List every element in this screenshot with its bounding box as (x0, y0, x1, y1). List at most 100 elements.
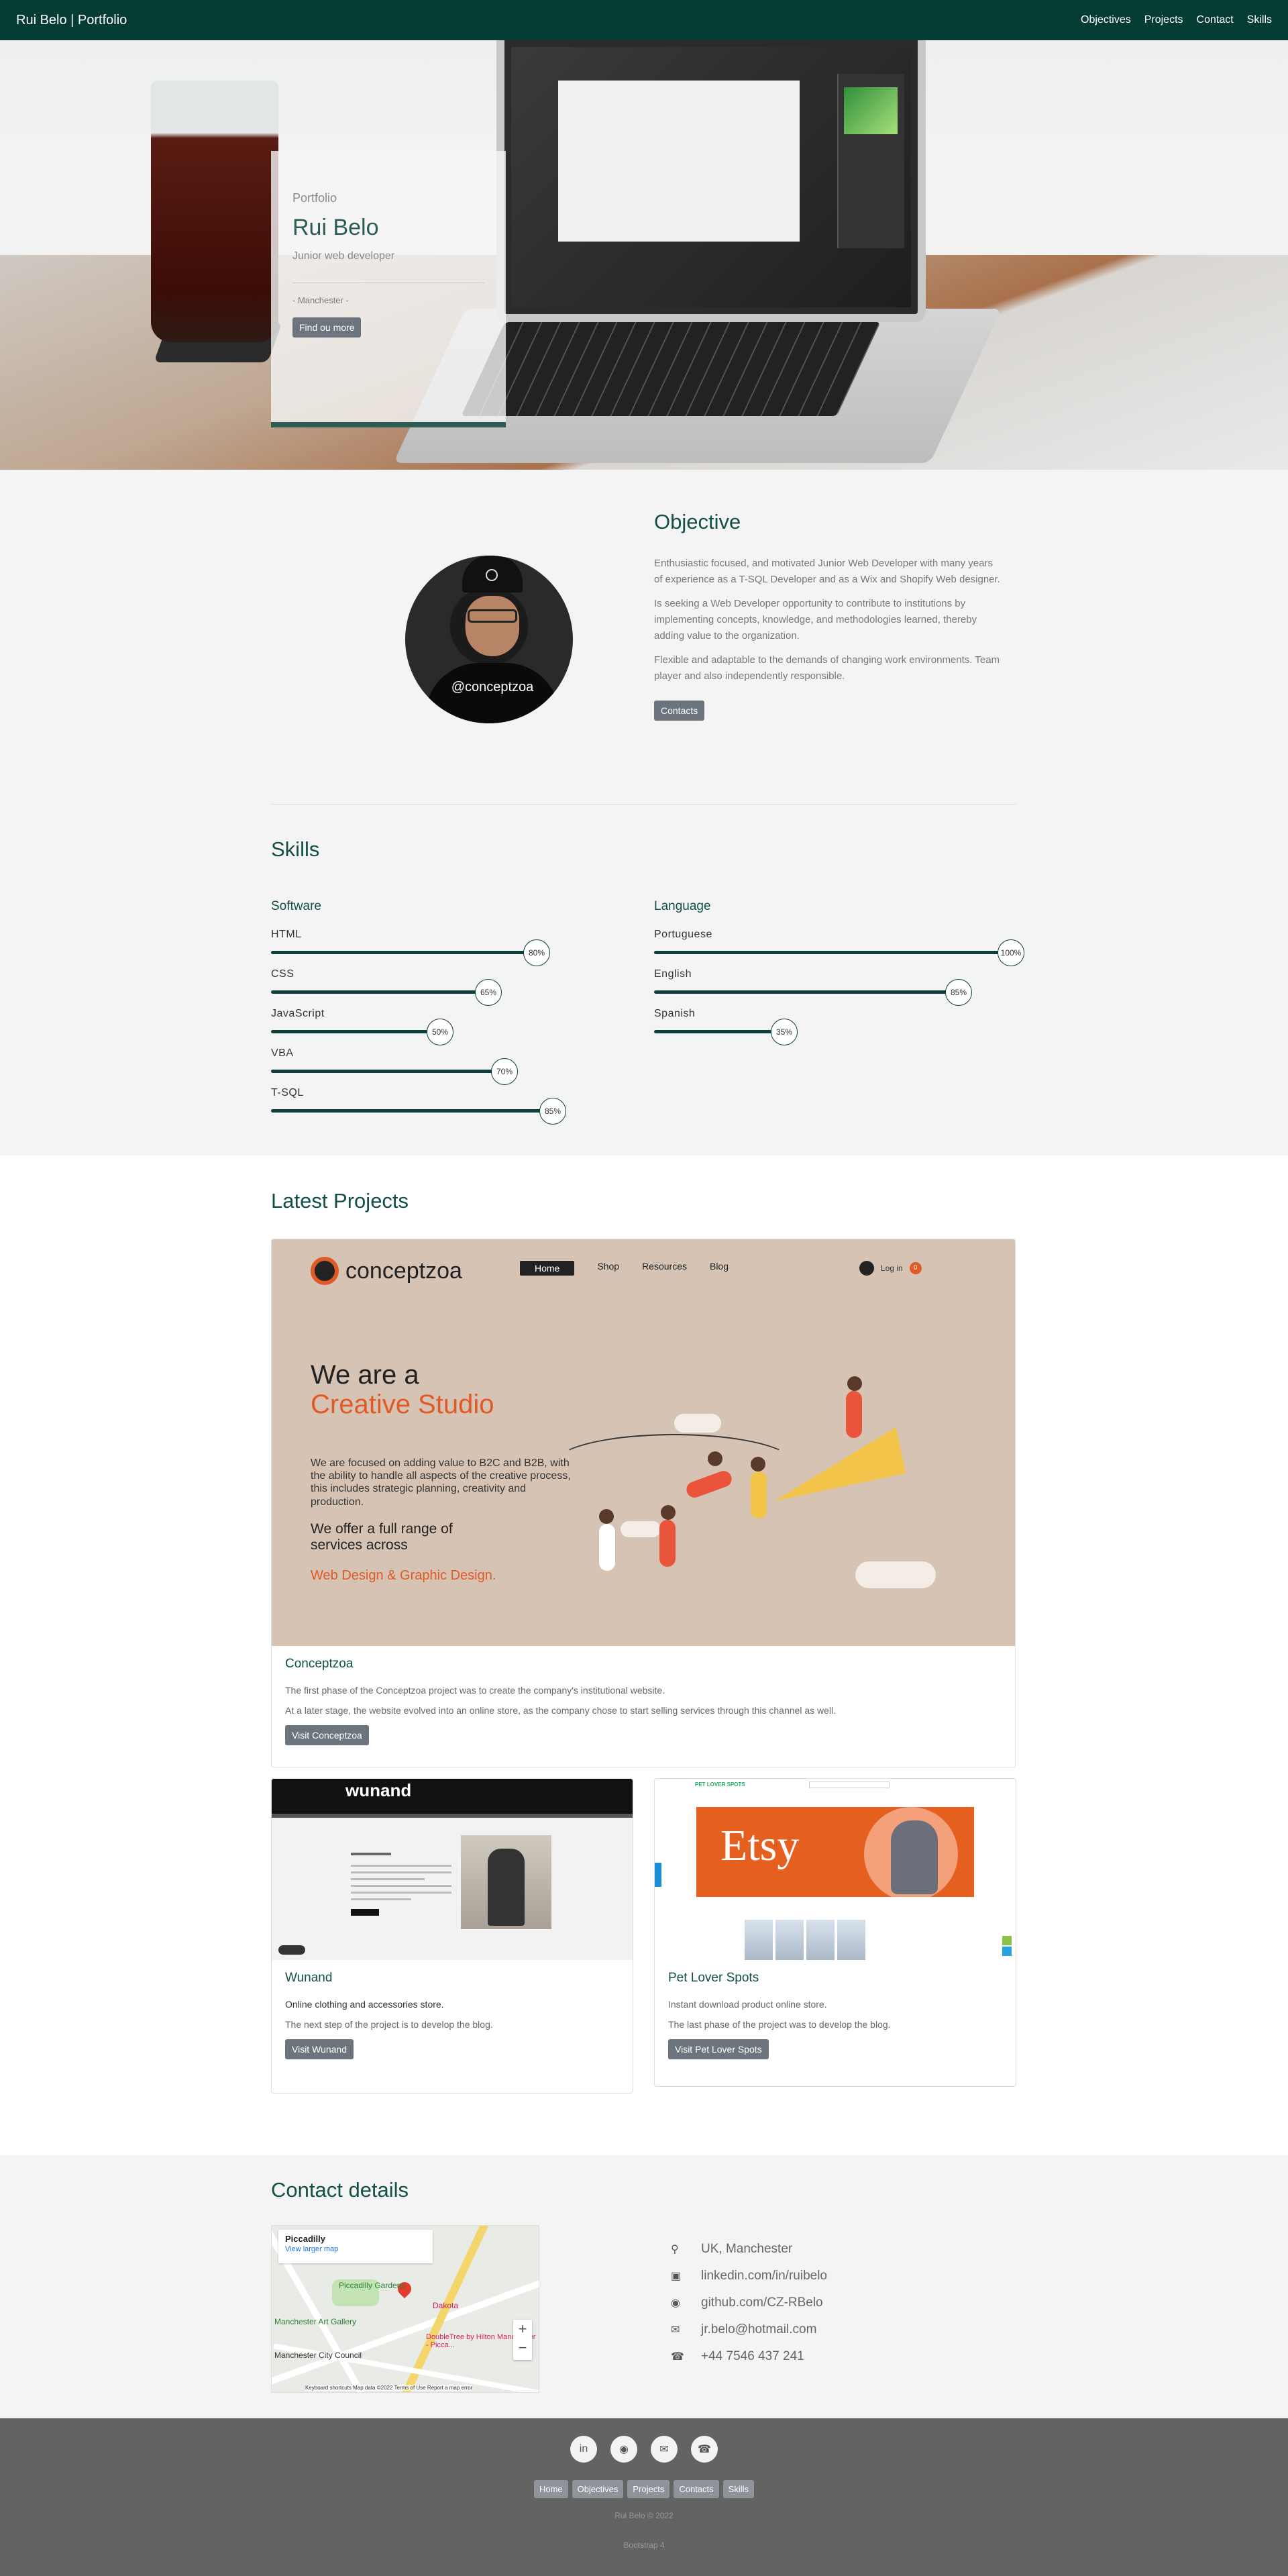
skill-percent-badge: 65% (475, 979, 502, 1006)
nav-projects[interactable]: Projects (1144, 14, 1183, 26)
petlover-desc-1: Instant download product online store. (668, 1999, 827, 2010)
skill-label: T-SQL (271, 1087, 304, 1098)
hero-card: Portfolio Rui Belo Junior web developer … (271, 151, 506, 427)
visit-conceptzoa-button[interactable]: Visit Conceptzoa (285, 1725, 369, 1745)
skill-html: HTML 80% (271, 929, 633, 968)
skill-percent-badge: 35% (771, 1019, 798, 1045)
laptop-screen (496, 40, 926, 322)
skill-label: VBA (271, 1047, 294, 1059)
skill-spanish: Spanish 35% (654, 1008, 1016, 1047)
skill-bar (271, 1030, 432, 1033)
skill-bar (654, 990, 951, 994)
skill-bar (271, 1070, 496, 1073)
github-icon[interactable]: ◉ (610, 2436, 637, 2463)
footer-link-projects[interactable]: Projects (627, 2480, 670, 2498)
skill-percent-badge: 100% (998, 939, 1024, 966)
skill-percent-badge: 80% (523, 939, 550, 966)
map-attribution: Keyboard shortcuts Map data ©2022 Terms … (305, 2385, 473, 2391)
contact-linkedin[interactable]: ▣ linkedin.com/in/ruibelo (671, 2263, 827, 2289)
skill-label: CSS (271, 968, 294, 980)
etsy-banner-text: Etsy (720, 1821, 800, 1870)
footer-link-objectives[interactable]: Objectives (572, 2480, 624, 2498)
projects-section: Latest Projects conceptzoa Home Shop Res… (0, 1155, 1288, 2155)
footer: in ◉ ✉ ☎ Home Objectives Projects Contac… (0, 2418, 1288, 2576)
language-skills: Language Portuguese 100% English 85% Spanish… (654, 899, 1024, 1047)
skill-bar (271, 951, 529, 954)
hero-section: Portfolio Rui Belo Junior web developer … (0, 40, 1288, 470)
conceptzoa-title: Conceptzoa (285, 1657, 354, 1671)
footer-link-contacts[interactable]: Contacts (674, 2480, 719, 2498)
hero-divider (292, 282, 484, 283)
visit-wunand-button[interactable]: Visit Wunand (285, 2039, 354, 2059)
wunand-desc-2: The next step of the project is to devel… (285, 2019, 493, 2030)
footer-link-home[interactable]: Home (533, 2480, 568, 2498)
linkedin-icon[interactable]: in (570, 2436, 597, 2463)
skill-css: CSS 65% (271, 968, 633, 1008)
contact-location: ⚲ UK, Manchester (671, 2242, 793, 2256)
nav-skills[interactable]: Skills (1247, 14, 1272, 26)
phone-icon[interactable]: ☎ (691, 2436, 718, 2463)
wunand-screenshot: wunand (272, 1779, 633, 1960)
conceptzoa-desc-1: The first phase of the Conceptzoa projec… (285, 1685, 665, 1696)
copyright: Rui Belo © 2022 (614, 2511, 674, 2520)
skill-javascript: JavaScript 50% (271, 1008, 633, 1047)
contact-list: ⚲ UK, Manchester ▣ linkedin.com/in/ruibelo… (671, 2236, 827, 2370)
skill-percent-badge: 70% (491, 1058, 518, 1085)
skill-bar (654, 1030, 776, 1033)
skill-label: JavaScript (271, 1008, 325, 1019)
project-card-petlover: PET LOVER SPOTS Etsy Pet Lover Spots Ins… (654, 1778, 1016, 2087)
avatar-handle: @conceptzoa (451, 680, 534, 694)
made-with: Bootstrap 4 (623, 2540, 665, 2550)
visit-petlover-button[interactable]: Visit Pet Lover Spots (668, 2039, 769, 2059)
contact-github[interactable]: ◉ github.com/CZ-RBelo (671, 2289, 827, 2316)
objective-paragraph: Enthusiastic focused, and motivated Juni… (654, 558, 1000, 585)
nav-objectives[interactable]: Objectives (1081, 14, 1131, 26)
linkedin-icon: ▣ (671, 2271, 682, 2282)
skill-label: Portuguese (654, 929, 712, 940)
hero-location: - Manchester - (292, 295, 349, 305)
skill-label: English (654, 968, 692, 980)
skill-bar (654, 951, 1003, 954)
find-out-more-button[interactable]: Find ou more (292, 317, 362, 338)
email-icon: ✉ (671, 2324, 680, 2336)
skill-label: Spanish (654, 1008, 696, 1019)
section-divider (271, 804, 1016, 805)
avatar: @conceptzoa (405, 556, 573, 723)
contact-phone[interactable]: ☎ +44 7546 437 241 (671, 2343, 827, 2370)
project-card-wunand: wunand Wunand Online clothing and access… (271, 1778, 633, 2094)
skill-vba: VBA 70% (271, 1047, 633, 1087)
drink-glass (151, 81, 278, 342)
skills-title: Skills (271, 837, 320, 861)
language-title: Language (654, 899, 711, 913)
objective-section: @conceptzoa Objective Enthusiastic focus… (0, 470, 1288, 1155)
hero-role: Junior web developer (292, 250, 395, 262)
projects-title: Latest Projects (271, 1189, 409, 1213)
conceptzoa-menu: Home Shop Resources Blog (520, 1261, 729, 1276)
github-icon: ◉ (671, 2298, 680, 2309)
contact-section: Contact details Piccadilly View larger m… (0, 2155, 1288, 2418)
skill-percent-badge: 50% (427, 1019, 453, 1045)
objective-text: Objective Enthusiastic focused, and moti… (654, 510, 1003, 721)
footer-social: in ◉ ✉ ☎ (0, 2436, 1288, 2463)
skill-bar (271, 990, 480, 994)
project-card-conceptzoa: conceptzoa Home Shop Resources Blog Log … (271, 1239, 1016, 1767)
software-title: Software (271, 899, 321, 913)
contacts-button[interactable]: Contacts (654, 701, 705, 721)
contact-email[interactable]: ✉ jr.belo@hotmail.com (671, 2316, 827, 2343)
brand[interactable]: Rui Belo | Portfolio (16, 13, 127, 28)
conceptzoa-paragraph: We are focused on adding value to B2C an… (311, 1457, 571, 1508)
skill-portuguese: Portuguese 100% (654, 929, 1024, 968)
wunand-title: Wunand (285, 1971, 333, 1985)
email-icon[interactable]: ✉ (651, 2436, 678, 2463)
google-map[interactable]: Piccadilly View larger map Piccadilly Ga… (271, 2225, 539, 2393)
conceptzoa-offer: We offer a full range of services across (311, 1521, 453, 1553)
objective-paragraph: Flexible and adaptable to the demands of… (654, 654, 1000, 682)
conceptzoa-services: Web Design & Graphic Design. (311, 1568, 496, 1583)
skill-t-sql: T-SQL 85% (271, 1087, 633, 1127)
view-larger-map-link[interactable]: View larger map (285, 2245, 426, 2253)
map-zoom-control[interactable]: + − (513, 2320, 532, 2360)
hero-name: Rui Belo (292, 215, 379, 240)
petlover-title: Pet Lover Spots (668, 1971, 759, 1985)
footer-link-skills[interactable]: Skills (722, 2480, 754, 2498)
nav-contact[interactable]: Contact (1197, 14, 1234, 26)
